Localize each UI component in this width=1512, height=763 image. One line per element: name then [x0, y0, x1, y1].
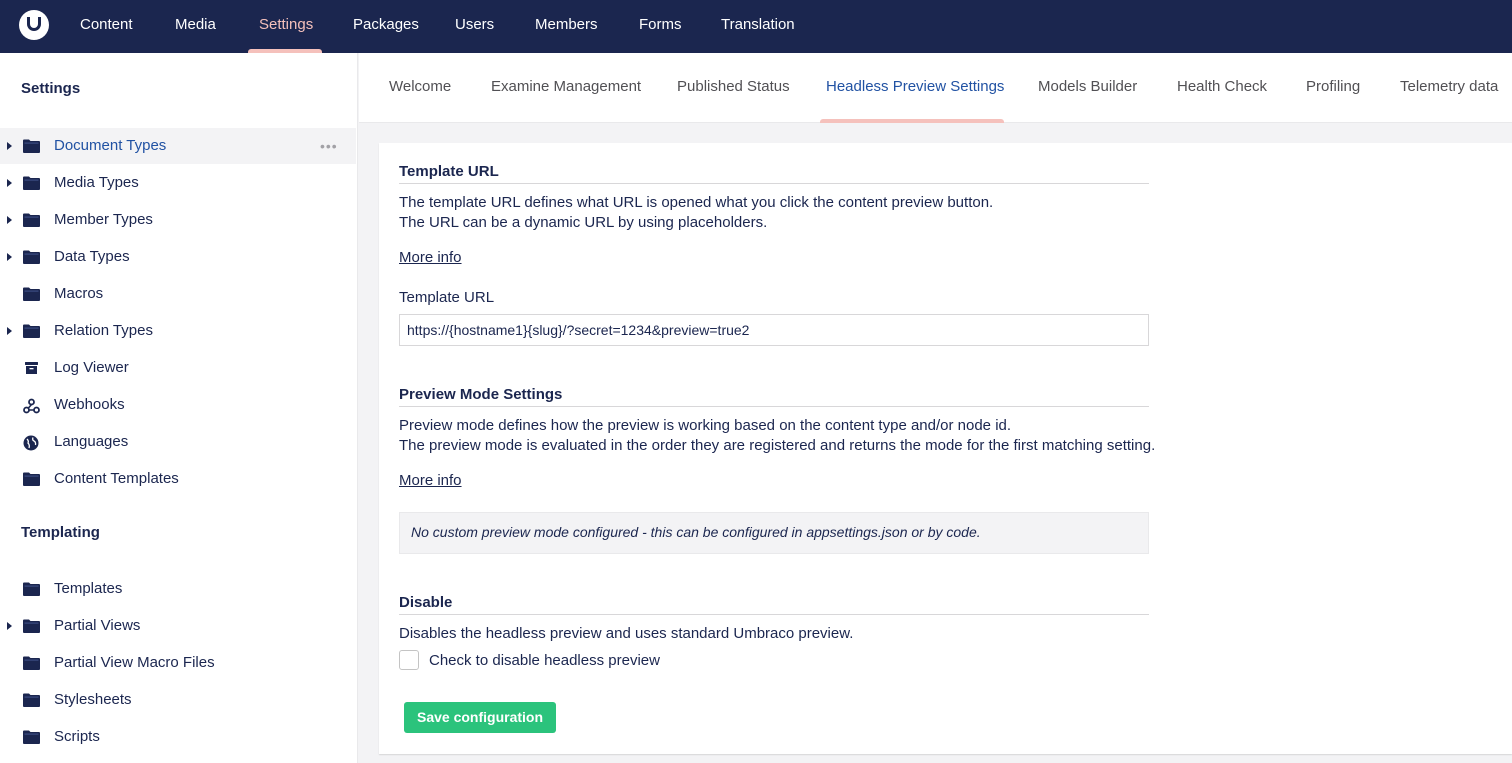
- nav-packages[interactable]: Packages: [353, 0, 419, 53]
- top-navigation-bar: Content Media Settings Packages Users Me…: [0, 0, 1512, 53]
- folder-icon: [23, 139, 40, 153]
- preview-mode-description-line2: The preview mode is evaluated in the ord…: [399, 437, 1156, 454]
- nav-translation[interactable]: Translation: [721, 0, 795, 53]
- preview-mode-description-line1: Preview mode defines how the preview is …: [399, 417, 1012, 434]
- caret-right-icon[interactable]: [7, 253, 12, 261]
- folder-icon: [23, 287, 40, 301]
- nav-users[interactable]: Users: [455, 0, 494, 53]
- folder-icon: [23, 324, 40, 338]
- sidebar-item-label: Member Types: [54, 211, 153, 228]
- folder-icon: [23, 656, 40, 670]
- sidebar-item-content-templates[interactable]: Content Templates: [0, 461, 358, 497]
- tab-profiling[interactable]: Profiling: [1306, 53, 1360, 123]
- disable-checkbox-label[interactable]: Check to disable headless preview: [429, 652, 660, 669]
- template-url-description-line1: The template URL defines what URL is ope…: [399, 194, 994, 211]
- sidebar-item-stylesheets[interactable]: Stylesheets: [0, 682, 358, 718]
- sidebar-item-member-types[interactable]: Member Types: [0, 202, 358, 238]
- nav-members[interactable]: Members: [535, 0, 598, 53]
- tab-telemetry-data[interactable]: Telemetry data: [1400, 53, 1498, 123]
- sidebar-item-label: Content Templates: [54, 470, 179, 487]
- caret-right-icon[interactable]: [7, 142, 12, 150]
- folder-icon: [23, 472, 40, 486]
- sidebar-item-relation-types[interactable]: Relation Types: [0, 313, 358, 349]
- sidebar-section-title-templating: Templating: [21, 524, 100, 541]
- folder-icon: [23, 730, 40, 744]
- tab-headless-preview-settings[interactable]: Headless Preview Settings: [826, 53, 1004, 123]
- folder-icon: [23, 693, 40, 707]
- template-url-description-line2: The URL can be a dynamic URL by using pl…: [399, 214, 768, 231]
- caret-right-icon[interactable]: [7, 622, 12, 630]
- template-url-input[interactable]: [399, 314, 1149, 346]
- nav-content[interactable]: Content: [80, 0, 133, 53]
- sidebar-item-media-types[interactable]: Media Types: [0, 165, 358, 201]
- template-url-heading: Template URL: [399, 163, 1149, 184]
- folder-icon: [23, 582, 40, 596]
- globe-icon: [23, 435, 40, 451]
- tab-bar: Welcome Examine Management Published Sta…: [359, 53, 1512, 123]
- settings-panel: Template URL The template URL defines wh…: [379, 143, 1512, 754]
- folder-icon: [23, 619, 40, 633]
- tab-published-status[interactable]: Published Status: [677, 53, 790, 123]
- folder-icon: [23, 213, 40, 227]
- sidebar: Settings Document Types ••• Media Types Mem…: [0, 53, 358, 763]
- preview-mode-notice-text: No custom preview mode configured - this…: [411, 524, 981, 540]
- sidebar-item-label: Log Viewer: [54, 359, 129, 376]
- webhook-icon: [23, 398, 40, 414]
- disable-heading: Disable: [399, 594, 1149, 615]
- sidebar-item-webhooks[interactable]: Webhooks: [0, 387, 358, 423]
- tab-health-check[interactable]: Health Check: [1177, 53, 1267, 123]
- preview-mode-notice: No custom preview mode configured - this…: [399, 512, 1149, 554]
- disable-headless-preview-checkbox[interactable]: [399, 650, 419, 670]
- sidebar-item-label: Media Types: [54, 174, 139, 191]
- sidebar-section-title-settings: Settings: [21, 80, 81, 97]
- box-icon: [23, 361, 40, 375]
- sidebar-item-label: Partial Views: [54, 617, 141, 634]
- sidebar-item-languages[interactable]: Languages: [0, 424, 358, 460]
- sidebar-item-label: Relation Types: [54, 322, 153, 339]
- tab-welcome[interactable]: Welcome: [389, 53, 451, 123]
- more-options-icon[interactable]: •••: [320, 138, 338, 154]
- sidebar-item-scripts[interactable]: Scripts: [0, 719, 358, 755]
- sidebar-item-label: Webhooks: [54, 396, 125, 413]
- tab-examine-management[interactable]: Examine Management: [491, 53, 641, 123]
- template-url-field-label: Template URL: [399, 289, 495, 306]
- sidebar-item-log-viewer[interactable]: Log Viewer: [0, 350, 358, 386]
- sidebar-item-data-types[interactable]: Data Types: [0, 239, 358, 275]
- sidebar-item-label: Templates: [54, 580, 123, 597]
- preview-mode-heading: Preview Mode Settings: [399, 386, 1149, 407]
- sidebar-item-label: Languages: [54, 433, 129, 450]
- nav-media[interactable]: Media: [175, 0, 216, 53]
- save-configuration-button[interactable]: Save configuration: [404, 702, 556, 733]
- preview-mode-more-info-link[interactable]: More info: [399, 472, 462, 489]
- nav-forms[interactable]: Forms: [639, 0, 682, 53]
- tab-active-indicator: [820, 119, 1004, 123]
- tab-models-builder[interactable]: Models Builder: [1038, 53, 1137, 123]
- sidebar-item-partial-view-macro-files[interactable]: Partial View Macro Files: [0, 645, 358, 681]
- template-url-more-info-link[interactable]: More info: [399, 249, 462, 266]
- sidebar-item-label: Stylesheets: [54, 691, 132, 708]
- sidebar-item-partial-views[interactable]: Partial Views: [0, 608, 358, 644]
- sidebar-item-document-types[interactable]: Document Types •••: [0, 128, 356, 164]
- caret-right-icon[interactable]: [7, 179, 12, 187]
- folder-icon: [23, 250, 40, 264]
- sidebar-item-label: Macros: [54, 285, 104, 302]
- sidebar-item-label: Partial View Macro Files: [54, 654, 215, 671]
- sidebar-item-templates[interactable]: Templates: [0, 571, 358, 607]
- sidebar-item-macros[interactable]: Macros: [0, 276, 358, 312]
- umbraco-logo-icon[interactable]: [19, 10, 49, 40]
- nav-settings[interactable]: Settings: [259, 0, 313, 53]
- caret-right-icon[interactable]: [7, 216, 12, 224]
- sidebar-item-label: Scripts: [54, 728, 100, 745]
- disable-description: Disables the headless preview and uses s…: [399, 625, 854, 642]
- caret-right-icon[interactable]: [7, 327, 12, 335]
- sidebar-item-label: Document Types: [54, 137, 167, 154]
- sidebar-item-label: Data Types: [54, 248, 130, 265]
- folder-icon: [23, 176, 40, 190]
